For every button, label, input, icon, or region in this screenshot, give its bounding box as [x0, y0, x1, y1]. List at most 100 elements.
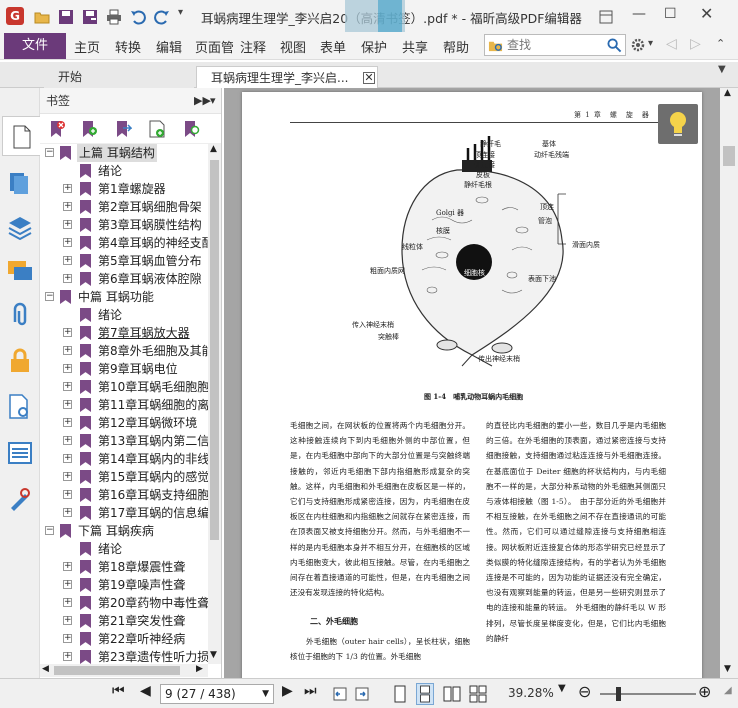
minimize-button[interactable]: —: [632, 6, 646, 22]
tab-edit[interactable]: 编辑: [156, 37, 182, 56]
expander-toggle[interactable]: +: [63, 472, 72, 481]
expander-toggle[interactable]: +: [63, 328, 72, 337]
scroll-down-icon[interactable]: ▼: [724, 664, 731, 674]
expander-toggle[interactable]: +: [63, 220, 72, 229]
document-vertical-scrollbar[interactable]: ▲ ▼: [720, 88, 738, 678]
page-dropdown-icon[interactable]: ▼: [262, 685, 269, 703]
expander-toggle[interactable]: +: [63, 274, 72, 283]
expander-toggle[interactable]: +: [63, 436, 72, 445]
expander-toggle[interactable]: +: [63, 238, 72, 247]
tab-document[interactable]: 耳蜗病理生理学_李兴启... ✕: [196, 66, 378, 88]
tab-convert[interactable]: 转换: [115, 37, 141, 56]
search-icon[interactable]: [607, 38, 622, 53]
tab-form[interactable]: 表单: [320, 37, 346, 56]
tab-comment[interactable]: 注释: [240, 37, 266, 56]
expander-toggle[interactable]: +: [63, 364, 72, 373]
collapse-panel-icon[interactable]: ▶▶: [194, 88, 211, 114]
add-bookmark-icon[interactable]: [80, 120, 98, 138]
expander-toggle[interactable]: +: [63, 346, 72, 355]
continuous-view-icon[interactable]: [416, 683, 434, 705]
bookmark-horizontal-scrollbar[interactable]: ◀ ▶: [40, 664, 208, 677]
expander-toggle[interactable]: +: [63, 418, 72, 427]
last-page-icon[interactable]: ⏭: [304, 683, 317, 699]
layers-icon[interactable]: [7, 214, 33, 240]
settings-gear-icon[interactable]: [630, 37, 646, 53]
quick-access-dropdown-icon[interactable]: ▾: [178, 7, 183, 18]
expander-toggle[interactable]: +: [63, 256, 72, 265]
expander-toggle[interactable]: +: [63, 382, 72, 391]
tips-lightbulb-button[interactable]: [658, 104, 698, 144]
collapse-ribbon-icon[interactable]: ⌃: [716, 37, 725, 50]
tab-page-manage[interactable]: 页面管: [195, 37, 233, 56]
maximize-button[interactable]: ☐: [664, 6, 677, 22]
nav-back-icon[interactable]: ◁: [666, 36, 677, 52]
expander-toggle[interactable]: +: [63, 400, 72, 409]
expander-toggle[interactable]: +: [63, 508, 72, 517]
redo-icon[interactable]: [154, 9, 170, 25]
expander-toggle[interactable]: +: [63, 454, 72, 463]
expander-toggle[interactable]: +: [63, 598, 72, 607]
bookmark-from-page-icon[interactable]: [148, 120, 166, 138]
expander-toggle[interactable]: −: [45, 148, 54, 157]
zoom-in-icon[interactable]: ⊕: [698, 682, 711, 701]
go-back-view-icon[interactable]: [332, 685, 350, 703]
security-lock-icon[interactable]: [7, 348, 33, 374]
expander-toggle[interactable]: +: [63, 490, 72, 499]
zoom-slider-handle[interactable]: [616, 687, 621, 701]
zoom-slider-track[interactable]: [600, 693, 696, 695]
single-page-view-icon[interactable]: [392, 684, 408, 704]
expander-toggle[interactable]: +: [63, 580, 72, 589]
continuous-facing-view-icon[interactable]: [468, 684, 488, 704]
first-page-icon[interactable]: ⏮: [112, 683, 125, 699]
tab-protect[interactable]: 保护: [361, 37, 387, 56]
zoom-dropdown-icon[interactable]: ▼: [558, 683, 566, 694]
print-icon[interactable]: [106, 9, 122, 25]
previous-page-icon[interactable]: ◀: [140, 683, 151, 699]
resize-grip-icon[interactable]: ◢: [724, 685, 732, 696]
document-viewer[interactable]: 第 1 章 螺 旋 器 静纤毛 顶连接 侧连接 皮板 静纤毛根 基体 动纤毛残端…: [224, 88, 738, 682]
expander-toggle[interactable]: +: [63, 616, 72, 625]
scroll-thumb[interactable]: [54, 666, 180, 675]
delete-bookmark-icon[interactable]: [48, 120, 66, 138]
go-forward-view-icon[interactable]: [354, 685, 372, 703]
zoom-level[interactable]: 39.28%: [508, 686, 554, 700]
settings-dropdown-icon[interactable]: ▾: [648, 38, 653, 49]
page-search-icon[interactable]: [7, 394, 33, 420]
comments-icon[interactable]: [7, 258, 33, 284]
search-input[interactable]: [507, 36, 617, 54]
scroll-up-icon[interactable]: ▲: [210, 144, 217, 154]
open-folder-icon[interactable]: [34, 9, 50, 25]
expander-toggle[interactable]: +: [63, 634, 72, 643]
scroll-down-icon[interactable]: ▼: [210, 650, 217, 660]
scroll-left-icon[interactable]: ◀: [42, 664, 49, 674]
restore-layout-icon[interactable]: [598, 9, 614, 25]
undo-icon[interactable]: [130, 9, 146, 25]
next-page-icon[interactable]: ▶: [282, 683, 293, 699]
expander-toggle[interactable]: −: [45, 292, 54, 301]
expander-toggle[interactable]: +: [63, 184, 72, 193]
attachments-icon[interactable]: [7, 302, 33, 328]
tab-home[interactable]: 主页: [74, 37, 100, 56]
scroll-thumb[interactable]: [723, 146, 735, 166]
scroll-up-icon[interactable]: ▲: [724, 88, 731, 98]
tab-start[interactable]: 开始: [44, 66, 194, 88]
nav-forward-icon[interactable]: ▷: [690, 36, 701, 52]
close-button[interactable]: ✕: [700, 4, 713, 23]
tab-view[interactable]: 视图: [280, 37, 306, 56]
page-number-select[interactable]: 9 (27 / 438) ▼: [160, 684, 274, 704]
save-as-icon[interactable]: [82, 9, 98, 25]
expander-toggle[interactable]: +: [63, 652, 72, 661]
expander-toggle[interactable]: +: [63, 562, 72, 571]
scroll-right-icon[interactable]: ▶: [196, 664, 203, 674]
bookmark-vertical-scrollbar[interactable]: ▲ ▼: [208, 144, 221, 664]
close-tab-icon[interactable]: ✕: [363, 72, 375, 84]
save-icon[interactable]: [58, 9, 74, 25]
tab-help[interactable]: 帮助: [443, 37, 469, 56]
bookmark-panel-tab[interactable]: [2, 116, 40, 156]
panel-menu-icon[interactable]: ▾: [210, 88, 216, 114]
search-field[interactable]: [484, 34, 626, 56]
tab-list-dropdown-icon[interactable]: ▼: [718, 64, 726, 75]
tab-share[interactable]: 共享: [402, 37, 428, 56]
new-child-bookmark-icon[interactable]: [114, 120, 132, 138]
scroll-thumb[interactable]: [210, 160, 219, 540]
